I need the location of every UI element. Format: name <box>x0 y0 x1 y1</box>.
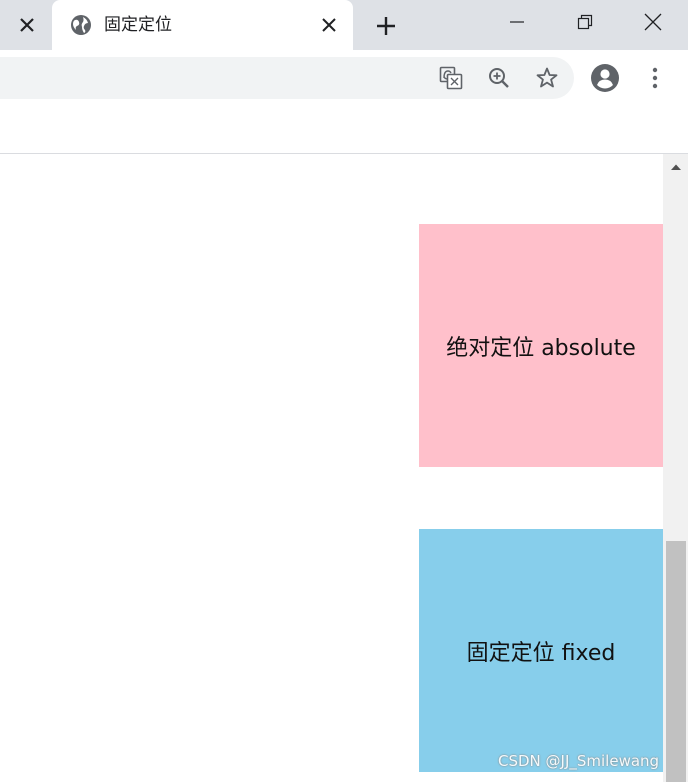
toolbar <box>0 50 688 104</box>
previous-tab-close-icon[interactable] <box>10 11 44 39</box>
scrollbar-thumb[interactable] <box>666 541 686 782</box>
zoom-in-icon[interactable] <box>484 63 514 93</box>
star-icon[interactable] <box>532 63 562 93</box>
tab-close-icon[interactable] <box>316 12 342 38</box>
tab-title: 固定定位 <box>104 15 172 35</box>
tab-strip: 固定定位 <box>0 0 688 50</box>
kebab-menu-icon[interactable] <box>640 63 670 93</box>
fixed-box-label: 固定定位 fixed <box>466 640 616 666</box>
vertical-scrollbar[interactable] <box>663 154 688 782</box>
scroll-up-arrow-icon[interactable] <box>663 154 688 180</box>
absolute-positioned-box: 绝对定位 absolute <box>419 224 663 467</box>
translate-icon[interactable] <box>436 63 466 93</box>
watermark: CSDN @JJ_Smilewang <box>498 752 660 770</box>
account-icon[interactable] <box>590 63 620 93</box>
new-tab-plus-icon[interactable] <box>371 11 401 41</box>
globe-icon <box>70 14 92 36</box>
browser-window: 固定定位 绝对定位 absolute 固定定位 fixed CSDN @JJ_S… <box>0 0 688 782</box>
page-viewport: 绝对定位 absolute 固定定位 fixed <box>0 154 663 782</box>
absolute-box-label: 绝对定位 absolute <box>446 335 636 361</box>
bookmarks-bar <box>0 104 688 154</box>
minimize-icon[interactable] <box>494 0 540 44</box>
window-close-icon[interactable] <box>630 0 676 44</box>
restore-icon[interactable] <box>562 0 608 44</box>
fixed-positioned-box: 固定定位 fixed <box>419 529 663 772</box>
active-tab[interactable]: 固定定位 <box>52 0 353 50</box>
